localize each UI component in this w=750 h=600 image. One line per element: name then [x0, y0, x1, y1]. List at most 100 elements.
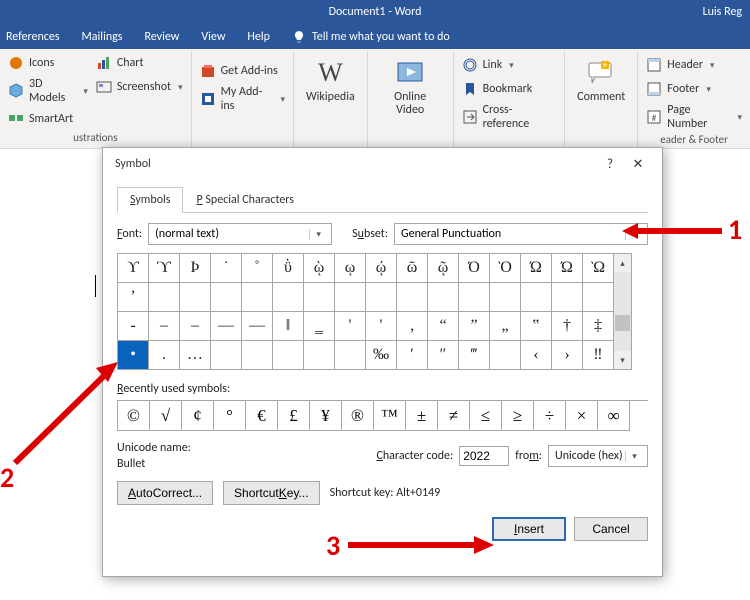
recent-symbol-cell[interactable]: × [566, 401, 598, 431]
ribbon-online-video[interactable]: Online Video [376, 53, 445, 117]
symbol-cell[interactable]: “ [428, 312, 459, 341]
tab-references[interactable]: References [6, 30, 60, 44]
ribbon-page-number[interactable]: # Page Number ▾ [646, 103, 742, 131]
symbol-scrollbar[interactable]: ▴ ▾ [614, 253, 632, 370]
ribbon-chart[interactable]: Chart [96, 53, 183, 73]
recent-symbol-cell[interactable]: ® [342, 401, 374, 431]
symbol-cell[interactable]: ˙ [211, 254, 242, 283]
symbol-cell[interactable] [149, 283, 180, 312]
ribbon-wikipedia[interactable]: W Wikipedia [302, 53, 359, 104]
ribbon-cross-reference[interactable]: Cross-reference [462, 103, 557, 131]
symbol-cell[interactable] [242, 283, 273, 312]
help-button[interactable]: ? [596, 150, 624, 178]
symbol-cell[interactable] [490, 283, 521, 312]
symbol-cell[interactable]: … [180, 341, 211, 370]
symbol-cell[interactable]: ϒ [118, 254, 149, 283]
symbol-cell[interactable] [335, 341, 366, 370]
symbol-cell[interactable] [211, 341, 242, 370]
symbol-cell[interactable]: ― [242, 312, 273, 341]
symbol-cell[interactable] [583, 283, 614, 312]
symbol-cell[interactable]: ′ [397, 341, 428, 370]
symbol-cell[interactable]: ῷ [428, 254, 459, 283]
ribbon-comment[interactable]: + Comment [573, 53, 629, 104]
recent-symbol-cell[interactable]: ∞ [598, 401, 630, 431]
tab-symbols[interactable]: Symbols [117, 187, 183, 213]
symbol-cell[interactable] [397, 283, 428, 312]
symbol-cell[interactable]: ' [335, 312, 366, 341]
recent-symbol-cell[interactable]: ≤ [470, 401, 502, 431]
symbol-cell[interactable]: ‟ [521, 312, 552, 341]
tab-review[interactable]: Review [144, 30, 179, 44]
font-select[interactable]: (normal text) ▾ [148, 223, 332, 245]
ribbon-link[interactable]: Link ▾ [462, 55, 557, 75]
symbol-cell[interactable] [366, 283, 397, 312]
symbol-cell[interactable]: Ὼ [583, 254, 614, 283]
symbol-cell[interactable]: † [552, 312, 583, 341]
symbol-cell[interactable]: — [211, 312, 242, 341]
ribbon-get-addins[interactable]: Get Add-ins [200, 61, 285, 81]
symbol-cell[interactable]: › [552, 341, 583, 370]
symbol-cell[interactable] [273, 341, 304, 370]
symbol-cell[interactable] [521, 283, 552, 312]
recent-symbol-cell[interactable]: ÷ [534, 401, 566, 431]
symbol-cell[interactable] [459, 283, 490, 312]
ribbon-smartart[interactable]: SmartArt [8, 109, 88, 129]
autocorrect-button[interactable]: AutoCorrect... [117, 481, 213, 505]
tab-help[interactable]: Help [247, 30, 270, 44]
symbol-cell[interactable]: Ό [459, 254, 490, 283]
symbol-cell[interactable] [304, 341, 335, 370]
symbol-cell[interactable] [428, 283, 459, 312]
tab-special-characters[interactable]: P Special CharactersSpecial Characters [183, 187, 307, 213]
recent-symbol-cell[interactable]: ™ [374, 401, 406, 431]
symbol-cell[interactable] [335, 283, 366, 312]
symbol-cell[interactable]: Ώ [521, 254, 552, 283]
symbol-cell[interactable]: ‖ [273, 312, 304, 341]
symbol-cell[interactable]: ‒ [149, 312, 180, 341]
symbol-cell[interactable]: ‼ [583, 341, 614, 370]
symbol-cell[interactable]: ϓ [149, 254, 180, 283]
symbol-cell[interactable]: ‰ [366, 341, 397, 370]
symbol-cell[interactable] [273, 283, 304, 312]
tab-view[interactable]: View [201, 30, 225, 44]
insert-button[interactable]: Insert [492, 517, 566, 541]
ribbon-icons[interactable]: Icons [8, 53, 88, 73]
symbol-cell[interactable]: ῳ [335, 254, 366, 283]
tell-me-box[interactable]: Tell me what you want to do [292, 30, 450, 44]
symbol-cell[interactable]: ‡ [583, 312, 614, 341]
from-select[interactable]: Unicode (hex) ▾ [548, 445, 648, 467]
symbol-cell[interactable]: ‹ [521, 341, 552, 370]
symbol-cell[interactable]: – [180, 312, 211, 341]
symbol-cell[interactable] [180, 283, 211, 312]
symbol-cell[interactable]: ῲ [304, 254, 335, 283]
symbol-cell[interactable] [242, 341, 273, 370]
symbol-cell[interactable] [552, 283, 583, 312]
symbol-cell[interactable]: Ὸ [490, 254, 521, 283]
shortcut-key-button[interactable]: Shortcut Key... [223, 481, 320, 505]
ribbon-my-addins[interactable]: My Add-ins ▾ [200, 85, 285, 113]
symbol-cell[interactable]: ʼ [118, 283, 149, 312]
scroll-down-button[interactable]: ▾ [614, 351, 631, 369]
recent-symbol-cell[interactable]: √ [150, 401, 182, 431]
symbol-cell[interactable] [211, 283, 242, 312]
recent-symbol-cell[interactable]: ≠ [438, 401, 470, 431]
symbol-cell[interactable]: ῴ [366, 254, 397, 283]
scroll-up-button[interactable]: ▴ [614, 254, 631, 272]
symbol-cell[interactable]: ‚ [397, 312, 428, 341]
ribbon-header[interactable]: Header ▾ [646, 55, 742, 75]
character-code-input[interactable] [459, 446, 509, 466]
cancel-button[interactable]: Cancel [574, 517, 648, 541]
symbol-cell[interactable]: . [149, 341, 180, 370]
scroll-track[interactable] [614, 272, 631, 351]
recent-symbol-cell[interactable]: ¥ [310, 401, 342, 431]
symbol-cell[interactable]: ῢ [273, 254, 304, 283]
symbol-cell[interactable]: ″ [428, 341, 459, 370]
subset-select[interactable]: General Punctuation ▾ [394, 223, 648, 245]
recent-symbol-cell[interactable]: ≥ [502, 401, 534, 431]
symbol-cell[interactable]: ‴ [459, 341, 490, 370]
symbol-cell[interactable]: „ [490, 312, 521, 341]
recent-symbol-cell[interactable]: € [246, 401, 278, 431]
recent-symbol-cell[interactable]: £ [278, 401, 310, 431]
scroll-thumb[interactable] [615, 315, 630, 331]
tab-mailings[interactable]: Mailings [82, 30, 123, 44]
symbol-cell[interactable]: ” [459, 312, 490, 341]
